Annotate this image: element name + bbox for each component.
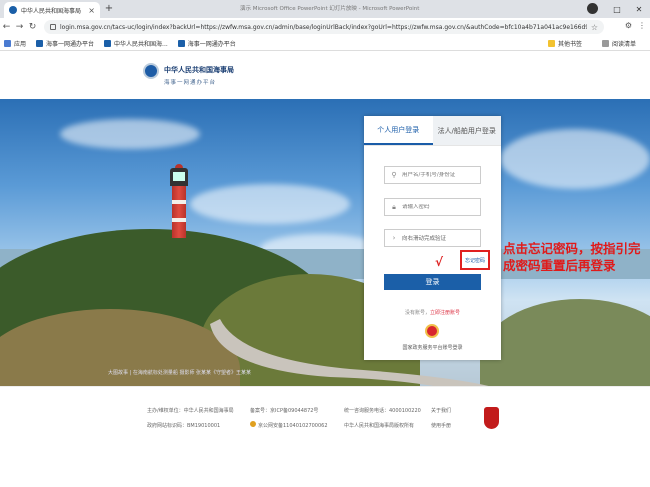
login-panel: 个人用户登录 法人/船舶用户登录 ⚲ 🔒︎ › 向右滑动完成验证 √ 忘记密码 … [364, 116, 501, 360]
browser-tab[interactable]: 中华人民共和国海事局 × [4, 2, 100, 18]
new-tab-button[interactable]: + [103, 3, 115, 15]
footer-icp[interactable]: 备案号：京ICP备09044872号 [250, 407, 318, 414]
lock-icon [50, 24, 56, 30]
address-bar[interactable]: login.msa.gov.cn/tacs-uc/login/index?bac… [44, 20, 604, 34]
bookmark-label: 中华人民共和国海... [114, 40, 168, 48]
police-badge-icon [250, 421, 256, 427]
user-icon: ⚲ [391, 171, 397, 179]
reading-list-icon [601, 40, 609, 47]
footer-police[interactable]: 京公网安备11040102700062 [258, 422, 328, 429]
lock-icon: 🔒︎ [392, 202, 396, 211]
bookmark-label: 阅读清单 [611, 41, 636, 48]
bookmark-item[interactable]: 海事一网通办平台 [177, 39, 236, 48]
site-subtitle: 海事一网通办平台 [164, 80, 217, 86]
minimize-icon[interactable]: – [584, 5, 606, 14]
bookmark-apps[interactable]: 应用 [4, 39, 26, 48]
tab-title: 中华人民共和国海事局 [21, 7, 82, 15]
window-title: 演示 Microsoft Office PowerPoint 幻灯片放映 - M… [240, 6, 420, 12]
site-icon [177, 39, 185, 47]
gov-platform-login-link[interactable]: 国家政务服务平台账号登录 [364, 344, 501, 351]
register-link[interactable]: 立即注册账号 [430, 310, 460, 316]
lighthouse-image [166, 164, 192, 239]
chevron-right-icon[interactable]: › [389, 234, 399, 242]
tab-corporate-login[interactable]: 法人/船舶用户登录 [432, 116, 501, 145]
bookmark-item[interactable]: 中华人民共和国海... [104, 39, 168, 48]
forward-icon[interactable]: → [13, 22, 26, 32]
back-icon[interactable]: ← [0, 22, 13, 32]
window-controls: – □ ✕ [584, 0, 650, 18]
footer-copyright: 中华人民共和国海事局版权所有 [344, 423, 415, 429]
footer-help-link[interactable]: 使用手册 [431, 422, 451, 429]
footer-gov-code: 政府网站标识码：BM19010001 [147, 423, 221, 429]
password-field[interactable]: 🔒︎ [384, 198, 481, 216]
other-bookmarks[interactable]: 其他书签 [547, 39, 582, 48]
password-input[interactable] [402, 204, 472, 210]
register-row: 没有账号，立即注册账号 [364, 309, 501, 316]
bookmark-label: 海事一网通办平台 [46, 40, 95, 48]
banner-caption: 大图故事 | 在海南航标处测量船 摄影师 张某某《守望者》王某某 [108, 370, 252, 376]
msa-logo-icon [143, 63, 159, 79]
footer-about-link[interactable]: 关于我们 [431, 407, 451, 414]
site-icon [104, 39, 112, 47]
username-field[interactable]: ⚲ [384, 166, 481, 184]
site-icon [36, 39, 44, 47]
cloud-shape [60, 119, 200, 149]
party-badge-icon[interactable] [484, 407, 499, 429]
bookmark-label: 应用 [14, 40, 27, 48]
cloud-shape [190, 184, 350, 224]
folder-icon [547, 40, 555, 47]
forgot-password-link[interactable]: 忘记密码 [465, 257, 485, 264]
browser-tab-bar: 中华人民共和国海事局 × + 演示 Microsoft Office Power… [0, 0, 650, 18]
extension-icon[interactable]: ⚙ [625, 21, 632, 30]
close-window-icon[interactable]: ✕ [628, 5, 650, 14]
captcha-text: 向右滑动完成验证 [402, 236, 447, 242]
url-text[interactable]: login.msa.gov.cn/tacs-uc/login/index?bac… [60, 24, 587, 31]
bookmark-label: 其他书签 [557, 41, 582, 48]
browser-toolbar: ← → ↻ login.msa.gov.cn/tacs-uc/login/ind… [0, 18, 650, 36]
instruction-annotation: 点击忘记密码，按指引完成密码重置后再登录 [503, 241, 641, 273]
register-prompt: 没有账号， [404, 310, 430, 316]
favicon-icon [9, 6, 17, 14]
cloud-shape [500, 129, 650, 189]
menu-icon[interactable]: ⋮ [638, 21, 646, 30]
toolbar-actions: ⚙ ⋮ [625, 21, 646, 30]
captcha-slider[interactable]: › 向右滑动完成验证 [384, 229, 481, 247]
close-tab-icon[interactable]: × [88, 6, 95, 15]
checkmark-icon: √ [435, 255, 444, 269]
maximize-icon[interactable]: □ [606, 5, 628, 14]
bookmark-item[interactable]: 海事一网通办平台 [36, 39, 94, 48]
site-header: 中华人民共和国海事局 海事一网通办平台 [0, 51, 650, 99]
bookmark-label: 海事一网通办平台 [187, 40, 236, 48]
apps-icon [4, 39, 11, 47]
login-tabs: 个人用户登录 法人/船舶用户登录 [364, 116, 501, 146]
site-footer: 主办/维权单位：中华人民共和国海事局 备案号：京ICP备09044872号 统一… [0, 386, 650, 487]
tab-personal-login[interactable]: 个人用户登录 [364, 116, 433, 145]
bookmarks-bar: 应用 海事一网通办平台 中华人民共和国海... 海事一网通办平台 其他书签 阅读… [0, 36, 650, 51]
login-button[interactable]: 登录 [384, 274, 481, 290]
username-input[interactable] [402, 172, 472, 178]
site-title: 中华人民共和国海事局 [164, 66, 234, 74]
bookmark-star-icon[interactable]: ☆ [591, 23, 598, 32]
bookmarks-right: 其他书签 阅读清单 [547, 39, 646, 48]
reload-icon[interactable]: ↻ [26, 22, 39, 32]
forgot-password-highlight: 忘记密码 [460, 250, 490, 270]
national-emblem-icon[interactable] [425, 324, 439, 338]
reading-list[interactable]: 阅读清单 [601, 39, 636, 48]
footer-hotline: 统一咨询服务电话：4000100220 [344, 408, 421, 414]
footer-sponsor: 主办/维权单位：中华人民共和国海事局 [147, 408, 234, 414]
